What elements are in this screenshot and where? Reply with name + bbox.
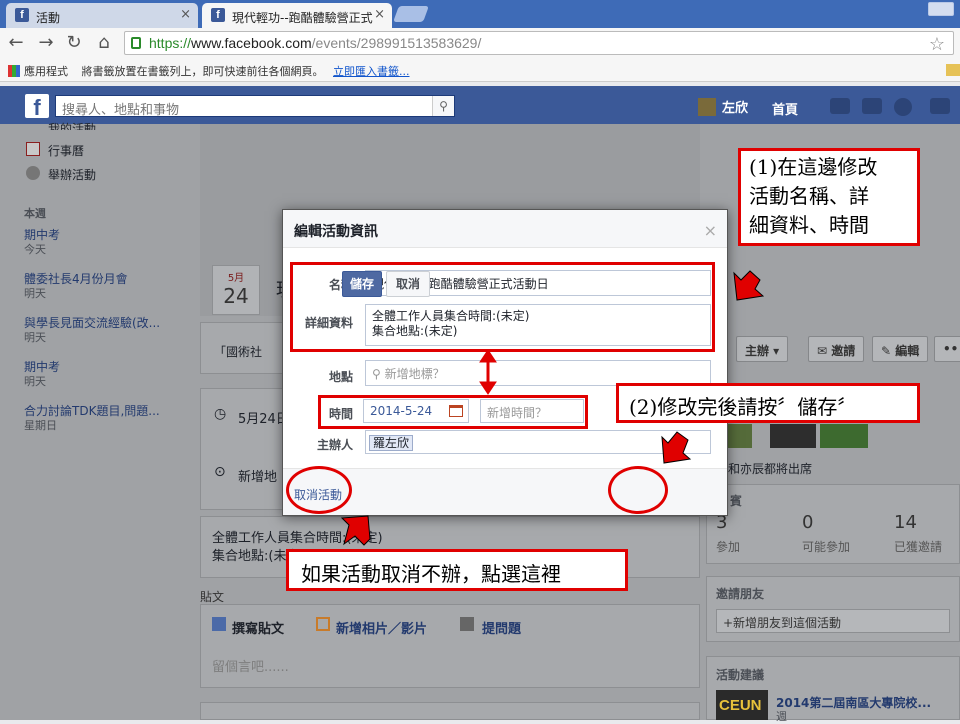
double-arrow-icon (479, 349, 497, 395)
arrow-to-edit-box-icon (733, 270, 765, 301)
annotation-arrows (340, 270, 765, 546)
arrow-to-save-icon (661, 431, 692, 464)
arrow-to-cancel-event-icon (340, 515, 371, 546)
